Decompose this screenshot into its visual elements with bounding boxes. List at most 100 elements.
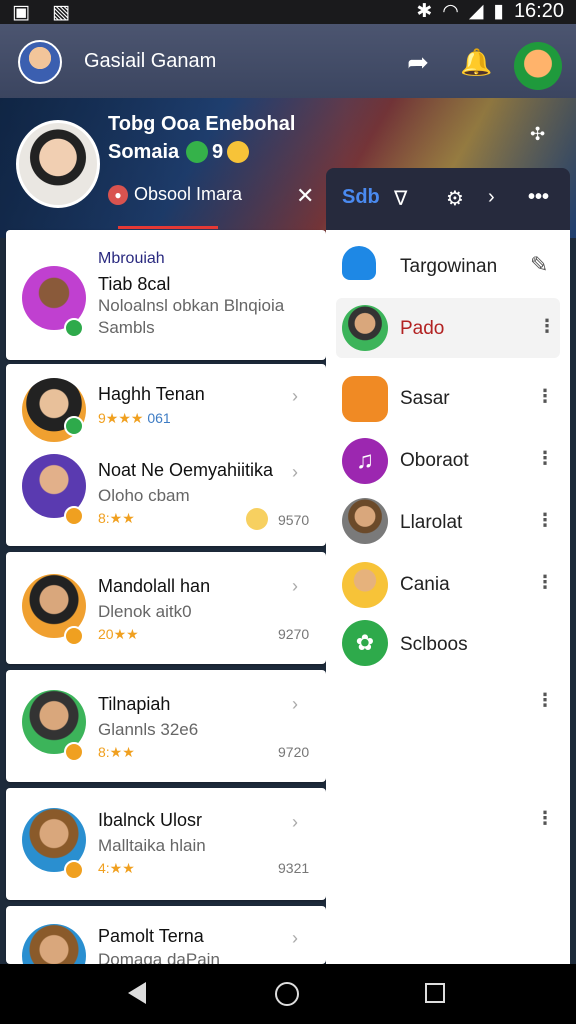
item-sub: Oloho cbam (98, 486, 190, 505)
signal-icon: ◢ (468, 1, 484, 22)
panel-row-label: Pado (400, 318, 445, 339)
avatar (342, 305, 388, 351)
wifi-icon: ◠ (442, 1, 459, 22)
chat-app-icon (342, 376, 388, 422)
pin-icon[interactable]: ✎ (530, 252, 548, 278)
item-price: 9570 (278, 512, 310, 528)
item-name: Noat Ne Oemyahiitika (98, 460, 274, 480)
item-name: Pamolt Terna (98, 926, 204, 946)
panel-row-label: Llarolat (400, 512, 463, 533)
emoji-badges: 9 (186, 141, 250, 164)
online-badge-icon (64, 416, 84, 436)
app-green-icon: ✿ (342, 620, 388, 666)
app-bar: Gasiail Ganam ➦ 🔔 (0, 24, 576, 98)
avatar (342, 562, 388, 608)
back-icon[interactable] (128, 982, 146, 1004)
list-item[interactable]: Mandolall han Dlenok aitk0 20★★ 9270 › (6, 552, 326, 664)
active-tab-indicator (118, 226, 218, 229)
banner-subtitle: Somaia (108, 141, 180, 163)
item-name: Mandolall han (98, 576, 211, 596)
screenshot-notification-icon: ▣ (12, 2, 30, 23)
notification-bell-icon[interactable]: 🔔 (460, 48, 492, 76)
banner-chip[interactable]: ● Obsool Imara (108, 184, 242, 205)
item-price: 9720 (278, 744, 310, 760)
person-icon (342, 246, 376, 280)
profile-avatar[interactable] (16, 120, 100, 208)
item-sub: Malltaika hlain (98, 836, 206, 855)
bluetooth-icon: ✱ (416, 1, 433, 22)
status-badge-icon (64, 626, 84, 646)
chevron-right-icon: › (292, 576, 298, 596)
close-icon[interactable]: ✕ (296, 183, 314, 209)
item-rating: 8:★★ (98, 744, 135, 760)
avatar (22, 924, 86, 964)
more-vert-icon[interactable]: ⋮ (536, 690, 554, 711)
chevron-right-icon: › (292, 812, 298, 832)
panel-tab-label[interactable]: Sdb (342, 186, 380, 209)
panel-row-active[interactable]: Pado ⋮ (336, 298, 560, 358)
panel-row[interactable]: Targowinan ✎ (326, 234, 570, 294)
item-price: 9270 (278, 626, 310, 642)
share-small-icon[interactable]: ✣ (530, 124, 545, 145)
more-vert-icon[interactable]: ⋮ (536, 448, 554, 469)
more-vert-icon[interactable]: ⋮ (536, 808, 554, 829)
chevron-right-icon: › (292, 386, 298, 406)
panel-row[interactable]: Cania ⋮ (326, 554, 570, 614)
banner-title: Tobg Ooa Enebohal (108, 113, 296, 135)
chevron-right-icon: › (292, 462, 298, 482)
panel-row-label: Targowinan (400, 256, 498, 277)
panel-toolbar: Sdb ∇ ⚙ › ••• (326, 168, 570, 230)
panel-row-label: Sclboos (400, 634, 468, 655)
more-vert-icon[interactable]: ⋮ (536, 572, 554, 593)
system-nav-bar (0, 964, 576, 1024)
badge-count: 9 (212, 141, 224, 163)
chip-label: Obsool Imara (134, 184, 243, 204)
panel-row[interactable]: Llarolat ⋮ (326, 492, 570, 552)
chevron-right-icon[interactable]: › (488, 186, 495, 209)
chevron-right-icon: › (292, 928, 298, 948)
list-item[interactable]: Mbrouiah Tiab 8cal Noloalnsl obkan Blnqi… (6, 230, 326, 360)
more-vert-icon[interactable]: ⋮ (538, 316, 556, 337)
more-vert-icon[interactable]: ⋮ (536, 510, 554, 531)
smile-yellow-icon (227, 141, 250, 163)
clock: 16:20 (513, 0, 564, 22)
share-icon[interactable]: ➦ (404, 48, 432, 76)
list-item[interactable]: Pamolt Terna Domaga daPain › (6, 906, 326, 964)
panel-row[interactable]: ♫ Oboraot ⋮ (326, 430, 570, 490)
filter-icon[interactable]: ∇ (394, 186, 407, 211)
panel-row-label: Sasar (400, 388, 450, 409)
item-name: Ibalnck Ulosr (98, 810, 203, 830)
image-notification-icon: ▧ (51, 2, 70, 23)
smile-green-icon (186, 141, 208, 163)
more-options-icon[interactable]: ••• (528, 186, 549, 209)
settings-icon[interactable]: ⚙ (446, 186, 464, 211)
panel-row[interactable]: ✿ Sclboos (326, 614, 570, 674)
item-name: Haghh Tenan (98, 384, 205, 404)
item-rating: 8:★★ (98, 510, 135, 526)
online-badge-icon (64, 318, 84, 338)
status-badge-icon (64, 506, 84, 526)
emoji-icon (246, 508, 268, 530)
chevron-right-icon: › (292, 694, 298, 714)
item-rating: 20★★ (98, 626, 139, 642)
list-item[interactable]: Ibalnck Ulosr Malltaika hlain 4:★★ 9321 … (6, 788, 326, 900)
profile-picture[interactable] (514, 42, 562, 90)
item-sub: Glannls 32e6 (98, 720, 199, 739)
battery-icon: ▮ (493, 1, 504, 22)
account-avatar[interactable] (18, 40, 62, 84)
chip-icon: ● (108, 184, 128, 205)
item-rating: 4:★★ (98, 860, 135, 876)
music-icon: ♫ (342, 438, 388, 484)
panel-row[interactable]: Sasar ⋮ (326, 368, 570, 428)
home-icon[interactable] (275, 982, 299, 1006)
app-title: Gasiail Ganam (84, 50, 217, 72)
item-name: Tilnapiah (98, 694, 171, 714)
status-badge-icon (64, 742, 84, 762)
list-group: Haghh Tenan 9★★★ 061 › Noat Ne Oemyahiit… (6, 364, 326, 546)
item-sub2: Sambls (98, 318, 155, 337)
more-vert-icon[interactable]: ⋮ (536, 386, 554, 407)
panel-row-label: Cania (400, 574, 450, 595)
list-item[interactable]: Tilnapiah Glannls 32e6 8:★★ 9720 › (6, 670, 326, 782)
recents-icon[interactable] (425, 983, 445, 1003)
side-panel: Targowinan ✎ Pado ⋮ Sasar ⋮ ♫ Oboraot ⋮ … (326, 230, 570, 964)
